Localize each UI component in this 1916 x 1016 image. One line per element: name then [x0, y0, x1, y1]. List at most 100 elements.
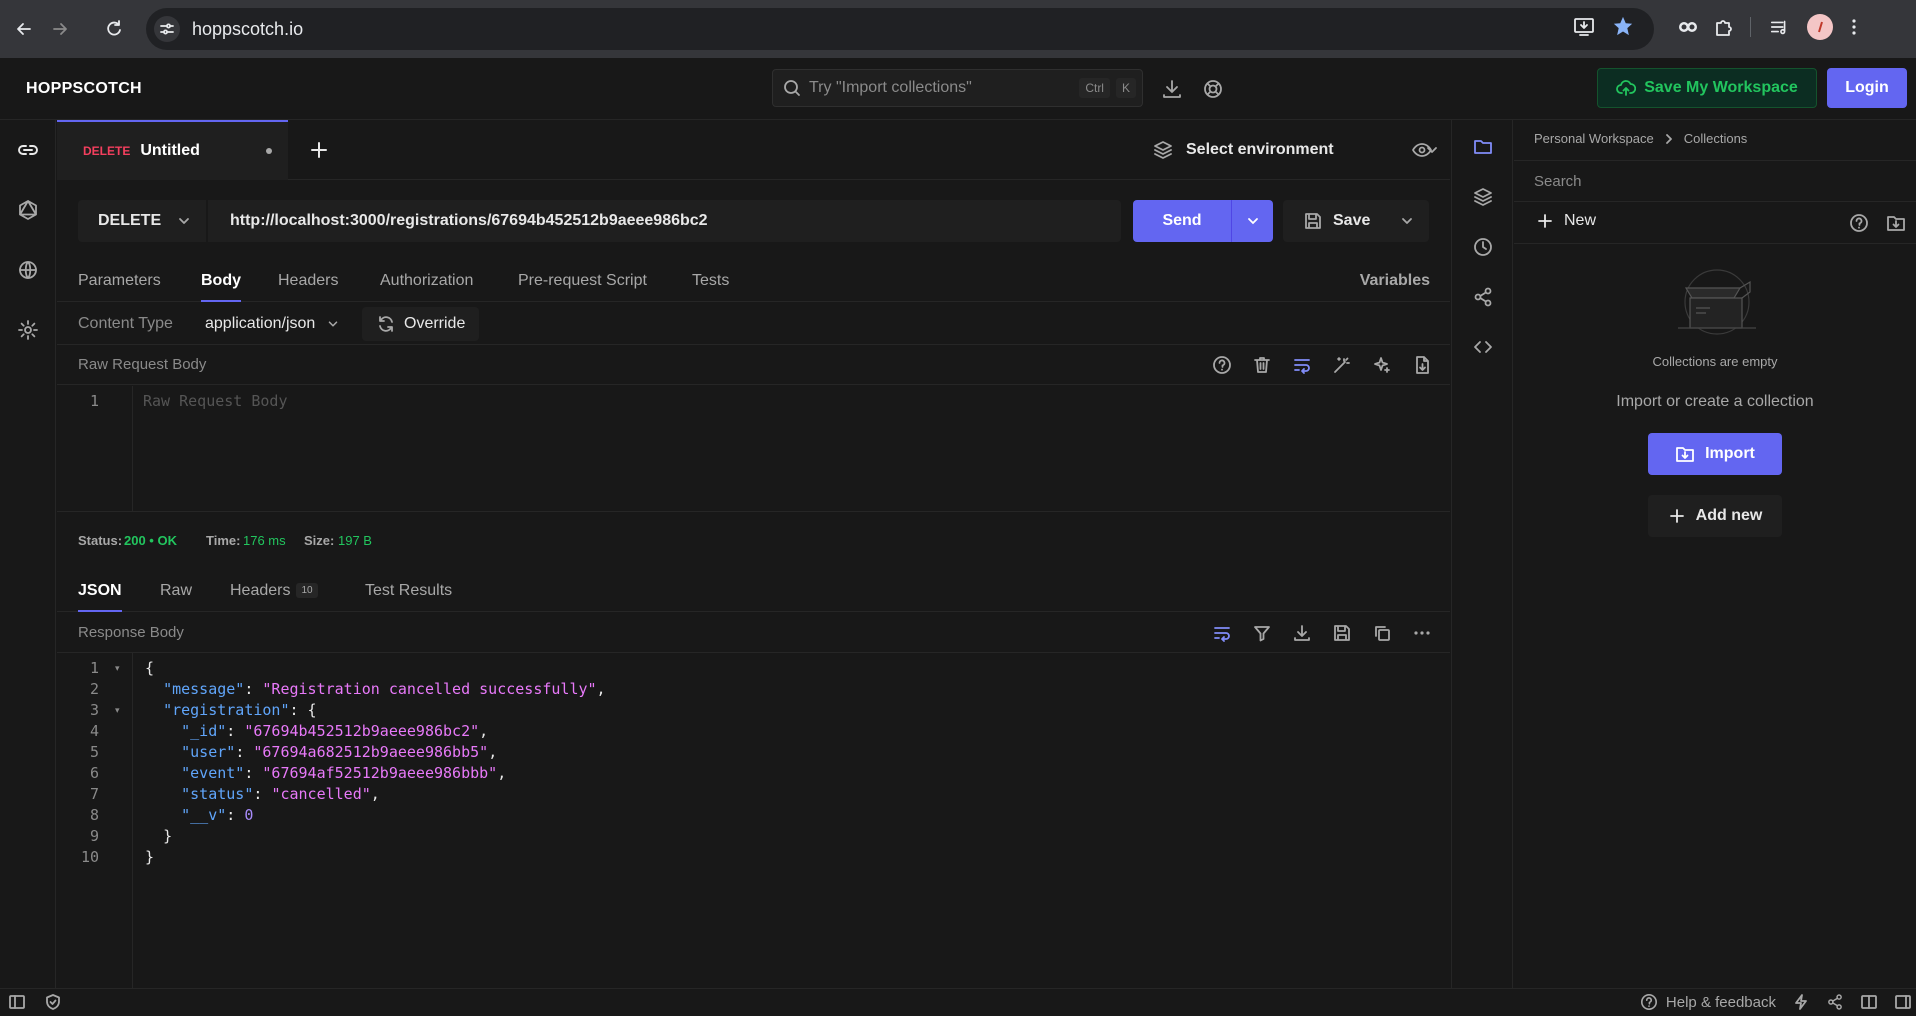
browser-menu-icon[interactable] — [1851, 17, 1857, 37]
download-icon[interactable] — [1290, 621, 1314, 645]
tab-body[interactable]: Body — [201, 272, 241, 302]
help-icon[interactable] — [1849, 213, 1869, 233]
graphql-icon — [19, 200, 37, 220]
environment-select[interactable]: Select environment — [1152, 134, 1440, 166]
download-icon[interactable] — [1161, 78, 1183, 100]
tab-response-headers[interactable]: Headers 10 — [230, 582, 318, 600]
save-button[interactable]: Save — [1283, 200, 1429, 242]
save-icon[interactable] — [1330, 621, 1354, 645]
tab-variables[interactable]: Variables — [1360, 272, 1430, 290]
address-bar[interactable]: hoppscotch.io — [146, 8, 1654, 50]
nav-settings[interactable] — [0, 300, 56, 360]
left-nav-rail — [0, 120, 56, 988]
breadcrumb-collections[interactable]: Collections — [1684, 131, 1748, 146]
environment-label: Select environment — [1186, 141, 1334, 158]
eye-icon[interactable] — [1411, 139, 1433, 161]
headers-count-badge: 10 — [296, 583, 318, 599]
split-layout-icon[interactable] — [1860, 993, 1878, 1011]
nav-realtime[interactable] — [0, 240, 56, 300]
login-button[interactable]: Login — [1827, 68, 1907, 108]
add-tab-button[interactable] — [307, 138, 331, 162]
tab-raw[interactable]: Raw — [160, 582, 192, 600]
breadcrumb-workspace[interactable]: Personal Workspace — [1534, 131, 1654, 146]
code-icon — [1474, 341, 1492, 353]
collections-toolbar: New — [1514, 202, 1916, 244]
share-nav[interactable] — [1452, 272, 1514, 322]
wrap-lines-icon[interactable] — [1290, 353, 1314, 377]
more-icon[interactable] — [1410, 621, 1434, 645]
new-collection-button[interactable]: New — [1536, 212, 1596, 230]
override-button[interactable]: Override — [362, 307, 480, 341]
profile-avatar[interactable] — [1807, 14, 1833, 40]
json-line: { — [145, 659, 154, 677]
line-number: 10 — [80, 848, 99, 866]
install-icon[interactable] — [1572, 14, 1596, 38]
json-line: } — [145, 848, 154, 866]
tab-json[interactable]: JSON — [78, 582, 122, 612]
tab-headers[interactable]: Headers — [278, 272, 338, 290]
method-select[interactable]: DELETE — [78, 200, 206, 242]
json-string-value: "67694a682512b9aeee986bb5" — [253, 743, 489, 761]
line-number: 6 — [89, 764, 99, 782]
response-json-viewer[interactable]: 1 ▾ 2 3 ▾ 4 5 6 7 8 9 10 { "message": "Registration… — [57, 653, 1450, 988]
content-type-select[interactable]: application/json — [205, 315, 340, 333]
right-sidebar-icons — [1451, 120, 1513, 988]
brand-logo[interactable]: HOPPSCOTCH — [26, 80, 142, 98]
forward-icon[interactable] — [46, 15, 74, 43]
line-number: 8 — [89, 806, 99, 824]
history-nav[interactable] — [1452, 222, 1514, 272]
support-icon[interactable] — [1202, 78, 1224, 100]
tab-parameters[interactable]: Parameters — [78, 272, 161, 290]
share-icon[interactable] — [1826, 993, 1844, 1011]
collections-search-input[interactable]: Search — [1514, 160, 1916, 202]
nav-rest[interactable] — [0, 120, 56, 180]
puzzle-icon[interactable] — [1712, 15, 1736, 39]
size-label: Size: — [304, 533, 335, 548]
collections-nav[interactable] — [1452, 122, 1514, 172]
url-input[interactable]: http://localhost:3000/registrations/6769… — [208, 200, 1121, 242]
extension-icon[interactable] — [1676, 15, 1700, 39]
folder-import-icon[interactable] — [1886, 213, 1906, 233]
help-feedback-button[interactable]: Help & feedback — [1640, 993, 1776, 1011]
raw-body-editor[interactable]: 1 Raw Request Body — [57, 386, 1450, 512]
magic-wand-icon[interactable] — [1330, 353, 1354, 377]
save-label: Save — [1333, 212, 1371, 229]
send-button[interactable]: Send — [1133, 200, 1273, 242]
app-header: HOPPSCOTCH Try "Import collections" Ctrl… — [0, 58, 1916, 120]
tab-test-results[interactable]: Test Results — [365, 582, 452, 600]
request-tab[interactable]: DELETE Untitled — [57, 120, 288, 180]
unsaved-dot[interactable] — [266, 148, 272, 154]
filter-icon[interactable] — [1250, 621, 1274, 645]
save-workspace-button[interactable]: Save My Workspace — [1597, 68, 1817, 108]
tab-tests[interactable]: Tests — [692, 272, 729, 290]
copy-icon[interactable] — [1370, 621, 1394, 645]
tab-pre-request-script[interactable]: Pre-request Script — [518, 272, 647, 290]
sparkle-icon[interactable] — [1370, 353, 1394, 377]
save-icon — [1305, 213, 1321, 229]
tab-authorization[interactable]: Authorization — [380, 272, 473, 290]
site-settings-icon[interactable] — [154, 16, 180, 42]
help-icon[interactable] — [1210, 353, 1234, 377]
fold-toggle-icon[interactable]: ▾ — [115, 705, 120, 716]
line-number: 1 — [89, 659, 99, 677]
command-search[interactable]: Try "Import collections" Ctrl K — [772, 69, 1143, 107]
trash-icon[interactable] — [1250, 353, 1274, 377]
empty-collections-illustration — [1672, 268, 1762, 338]
import-button[interactable]: Import — [1648, 433, 1782, 475]
shield-check-icon[interactable] — [44, 993, 62, 1011]
media-icon[interactable] — [1769, 16, 1791, 38]
sidebar-toggle-icon[interactable] — [8, 993, 26, 1011]
environments-nav[interactable] — [1452, 172, 1514, 222]
nav-graphql[interactable] — [0, 180, 56, 240]
reload-icon[interactable] — [100, 15, 128, 43]
lightning-icon[interactable] — [1792, 993, 1810, 1011]
star-icon[interactable] — [1612, 15, 1634, 37]
fold-toggle-icon[interactable]: ▾ — [115, 663, 120, 674]
add-new-collection-button[interactable]: Add new — [1648, 495, 1782, 537]
file-import-icon[interactable] — [1410, 353, 1434, 377]
back-icon[interactable] — [10, 15, 38, 43]
panel-right-icon[interactable] — [1894, 993, 1912, 1011]
wrap-lines-icon[interactable] — [1210, 621, 1234, 645]
json-key: "__v" — [181, 806, 227, 824]
code-nav[interactable] — [1452, 322, 1514, 372]
